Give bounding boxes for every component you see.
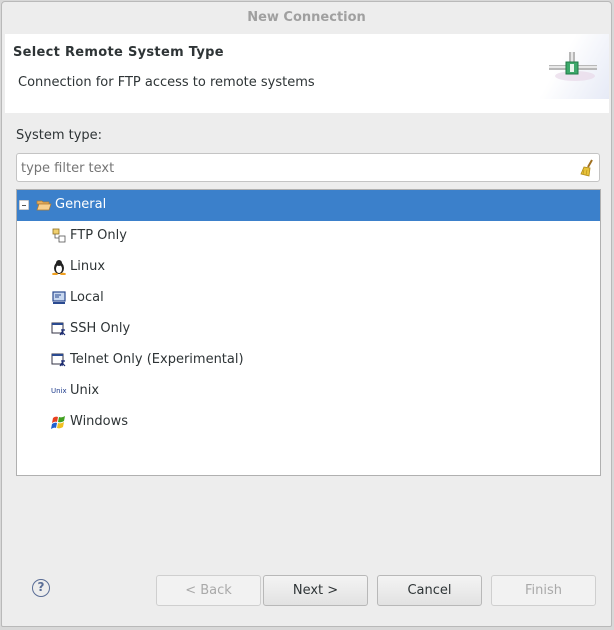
next-button[interactable]: Next > (263, 575, 368, 606)
tree-item-label: Telnet Only (Experimental) (70, 352, 244, 367)
ftp-icon (51, 228, 67, 244)
tree-item-label: Unix (70, 383, 100, 398)
tree-group-general[interactable]: General (17, 190, 600, 221)
windows-flag-icon (51, 414, 67, 430)
tree-item-unix[interactable]: Unix Unix (17, 376, 600, 407)
tree-item-label: Windows (70, 414, 129, 429)
new-connection-dialog: New Connection Select Remote System Type… (1, 1, 612, 627)
filter-field (16, 153, 600, 182)
back-button[interactable]: < Back (156, 575, 261, 606)
ssh-terminal-icon (51, 321, 67, 337)
tree-item-ftp-only[interactable]: FTP Only (17, 221, 600, 252)
banner-description: Connection for FTP access to remote syst… (18, 75, 315, 90)
cancel-button[interactable]: Cancel (377, 575, 482, 606)
tree-item-label: FTP Only (70, 228, 127, 243)
tree-item-label: SSH Only (70, 321, 131, 336)
collapse-toggle-icon[interactable] (19, 200, 29, 210)
telnet-terminal-icon (51, 352, 67, 368)
help-icon[interactable]: ? (32, 579, 50, 597)
system-type-label: System type: (16, 128, 103, 143)
unix-icon: Unix (51, 387, 67, 395)
linux-tux-icon (51, 259, 67, 276)
open-folder-icon (36, 197, 52, 213)
system-type-tree[interactable]: General FTP Only Linux Local SSH Only Te… (16, 189, 601, 476)
network-connection-icon (529, 34, 609, 99)
tree-item-local[interactable]: Local (17, 283, 600, 314)
local-monitor-icon (51, 290, 67, 306)
banner-title: Select Remote System Type (13, 45, 224, 60)
dialog-title: New Connection (247, 10, 366, 25)
wizard-banner: Select Remote System Type Connection for… (5, 34, 609, 113)
broom-clear-icon[interactable] (579, 159, 595, 177)
tree-item-ssh-only[interactable]: SSH Only (17, 314, 600, 345)
filter-input[interactable] (21, 158, 561, 178)
tree-group-label: General (55, 197, 107, 212)
tree-item-telnet-only[interactable]: Telnet Only (Experimental) (17, 345, 600, 376)
tree-item-label: Linux (70, 259, 106, 274)
tree-item-label: Local (70, 290, 104, 305)
tree-item-linux[interactable]: Linux (17, 252, 600, 283)
finish-button[interactable]: Finish (491, 575, 596, 606)
tree-item-windows[interactable]: Windows (17, 407, 600, 438)
